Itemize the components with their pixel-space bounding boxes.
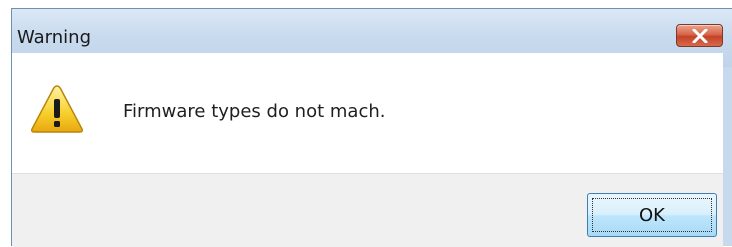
ok-button[interactable]: OK — [587, 193, 717, 237]
warning-dialog: Warning Firmware types do not mach. OK — [11, 8, 732, 247]
dialog-body: Firmware types do not mach. OK — [12, 53, 723, 247]
dialog-title: Warning — [17, 27, 92, 48]
warning-icon — [31, 85, 83, 133]
message-area: Firmware types do not mach. — [12, 53, 723, 173]
message-text: Firmware types do not mach. — [123, 101, 386, 122]
button-bar: OK — [12, 173, 723, 247]
ok-button-label: OK — [592, 198, 712, 232]
close-icon — [692, 29, 708, 43]
close-button[interactable] — [676, 24, 723, 47]
